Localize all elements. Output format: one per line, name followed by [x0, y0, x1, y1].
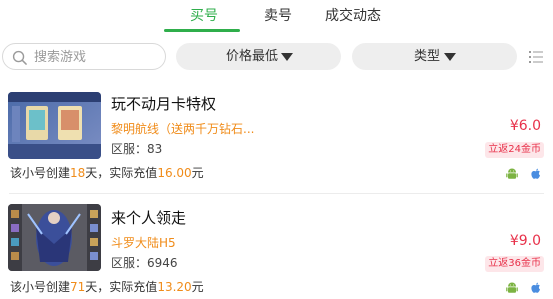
listing-title: 来个人领走	[111, 209, 187, 227]
search-box[interactable]	[2, 43, 166, 70]
caret-down-icon	[281, 53, 293, 61]
meta-prefix: 该小号创建	[10, 280, 71, 294]
meta-suffix: 元	[191, 280, 204, 294]
active-tab-indicator	[164, 29, 240, 32]
price: ¥6.0	[509, 118, 541, 134]
sort-price-dropdown[interactable]: 价格最低	[176, 43, 341, 70]
apple-icon	[531, 168, 540, 179]
meta-days: 18	[70, 166, 86, 180]
listing-card[interactable]: 来个人领走 斗罗大陆H5 区服：6946 ¥9.0 立返36金币 该小号创建71…	[0, 198, 553, 299]
server-info: 区服：83	[111, 142, 163, 156]
meta-amount: 16.00	[157, 166, 192, 180]
search-icon	[12, 50, 27, 65]
android-icon	[506, 168, 518, 179]
tab-deals[interactable]: 成交动态	[325, 6, 381, 26]
price: ¥9.0	[509, 233, 541, 249]
game-name[interactable]: 黎明航线（送两千万钻石...	[111, 121, 254, 137]
listing-card[interactable]: 玩不动月卡特权 黎明航线（送两千万钻石... 区服：83 ¥6.0 立返24金币…	[0, 86, 553, 193]
meta-mid: 天，实际充值	[85, 280, 158, 294]
rebate-badge: 立返36金币	[485, 256, 544, 272]
tab-buy[interactable]: 买号	[190, 6, 218, 26]
account-meta: 该小号创建71天，实际充值13.20元	[10, 279, 204, 295]
server-info: 区服：6946	[111, 256, 178, 270]
search-input[interactable]	[34, 47, 159, 67]
listing-thumbnail	[8, 92, 101, 159]
listing-divider	[9, 193, 544, 194]
meta-mid: 天，实际充值	[85, 166, 158, 180]
meta-days: 71	[70, 280, 86, 294]
account-meta: 该小号创建18天，实际充值16.00元	[10, 165, 204, 181]
meta-prefix: 该小号创建	[10, 166, 71, 180]
apple-icon	[531, 282, 540, 293]
game-name[interactable]: 斗罗大陆H5	[111, 235, 176, 251]
type-dropdown[interactable]: 类型	[352, 43, 517, 70]
sort-price-label: 价格最低	[226, 49, 279, 64]
listing-thumbnail	[8, 204, 101, 271]
caret-down-icon	[444, 53, 456, 61]
tab-sell[interactable]: 卖号	[264, 6, 292, 26]
type-label: 类型	[414, 49, 441, 64]
rebate-badge: 立返24金币	[485, 142, 544, 158]
meta-amount: 13.20	[157, 280, 192, 294]
android-icon	[506, 282, 518, 293]
listing-title: 玩不动月卡特权	[111, 95, 217, 113]
list-icon[interactable]	[529, 50, 543, 64]
meta-suffix: 元	[191, 166, 204, 180]
top-tab-bar: 买号 卖号 成交动态	[0, 0, 553, 33]
